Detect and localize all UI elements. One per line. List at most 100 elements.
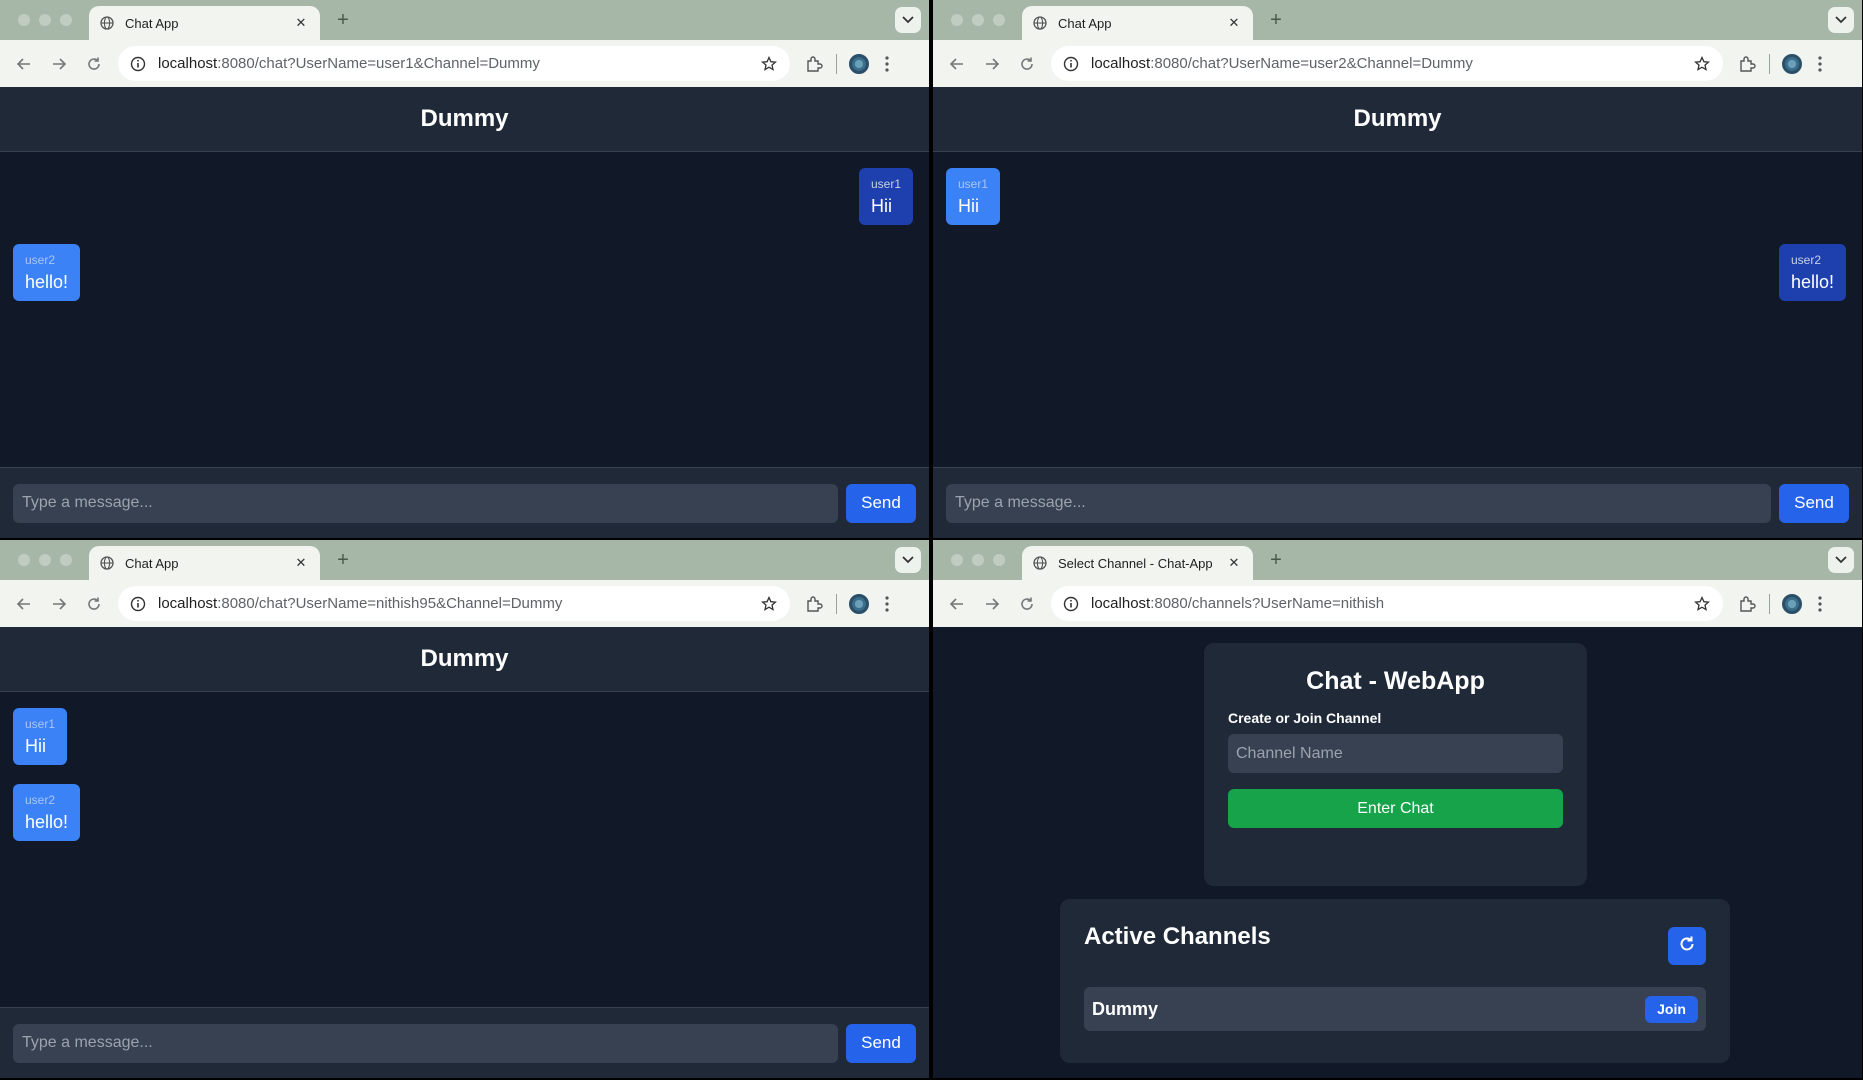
bookmark-star-icon[interactable] xyxy=(1691,53,1713,75)
join-button[interactable]: Join xyxy=(1645,995,1698,1023)
tab-search-icon[interactable] xyxy=(895,7,921,33)
kebab-menu-icon[interactable] xyxy=(1806,50,1834,78)
bookmark-star-icon[interactable] xyxy=(1691,593,1713,615)
extensions-icon[interactable] xyxy=(800,590,828,618)
window-controls[interactable] xyxy=(951,14,1005,26)
bookmark-star-icon[interactable] xyxy=(758,53,780,75)
browser-tab[interactable]: Chat App ✕ xyxy=(89,6,320,40)
toolbar-divider xyxy=(1769,54,1770,74)
close-tab-icon[interactable]: ✕ xyxy=(292,14,310,32)
address-bar[interactable]: localhost:8080/chat?UserName=user2&Chann… xyxy=(1051,46,1723,81)
forward-icon[interactable] xyxy=(45,50,73,78)
message-sender: user2 xyxy=(25,793,56,807)
url-host: localhost xyxy=(158,595,218,612)
send-button[interactable]: Send xyxy=(846,483,916,523)
maximize-dot[interactable] xyxy=(60,14,72,26)
browser-tab[interactable]: Chat App ✕ xyxy=(89,546,320,580)
tab-strip: Chat App ✕ + xyxy=(0,0,929,40)
channel-title: Dummy xyxy=(1353,105,1442,132)
channel-row: Dummy Join xyxy=(1084,987,1706,1031)
window-controls[interactable] xyxy=(18,554,72,566)
bookmark-star-icon[interactable] xyxy=(758,593,780,615)
maximize-dot[interactable] xyxy=(60,554,72,566)
close-dot[interactable] xyxy=(951,14,963,26)
extensions-icon[interactable] xyxy=(1733,590,1761,618)
close-tab-icon[interactable]: ✕ xyxy=(292,554,310,572)
window-controls[interactable] xyxy=(951,554,1005,566)
window-controls[interactable] xyxy=(18,14,72,26)
message-input[interactable] xyxy=(13,1023,838,1063)
site-info-icon[interactable] xyxy=(128,54,148,74)
tab-search-icon[interactable] xyxy=(895,547,921,573)
reload-icon[interactable] xyxy=(80,590,108,618)
kebab-menu-icon[interactable] xyxy=(873,590,901,618)
back-icon[interactable] xyxy=(943,590,971,618)
address-bar[interactable]: localhost:8080/channels?UserName=nithish xyxy=(1051,586,1723,621)
browser-tab[interactable]: Chat App ✕ xyxy=(1022,6,1253,40)
message-text: hello! xyxy=(25,812,69,832)
minimize-dot[interactable] xyxy=(39,14,51,26)
active-channels-card: Active Channels Dummy Join xyxy=(1060,899,1730,1063)
channel-name-input[interactable] xyxy=(1228,734,1563,773)
browser-tab[interactable]: Select Channel - Chat-App ✕ xyxy=(1022,546,1253,580)
site-info-icon[interactable] xyxy=(1061,594,1081,614)
close-dot[interactable] xyxy=(18,554,30,566)
forward-icon[interactable] xyxy=(978,50,1006,78)
url-path: :8080/chat?UserName=user2&Channel=Dummy xyxy=(1150,55,1473,72)
site-info-icon[interactable] xyxy=(128,594,148,614)
chat-header: Dummy xyxy=(0,87,929,152)
profile-avatar-icon[interactable] xyxy=(845,50,873,78)
extensions-icon[interactable] xyxy=(800,50,828,78)
kebab-menu-icon[interactable] xyxy=(1806,590,1834,618)
tab-search-icon[interactable] xyxy=(1828,7,1854,33)
reload-icon[interactable] xyxy=(1013,590,1041,618)
maximize-dot[interactable] xyxy=(993,14,1005,26)
forward-icon[interactable] xyxy=(978,590,1006,618)
new-tab-icon[interactable]: + xyxy=(333,549,353,572)
back-icon[interactable] xyxy=(10,50,38,78)
kebab-menu-icon[interactable] xyxy=(873,50,901,78)
toolbar-right xyxy=(1733,590,1834,618)
message-input[interactable] xyxy=(946,483,1771,523)
url-text: localhost:8080/chat?UserName=nithish95&C… xyxy=(158,595,758,612)
message-input[interactable] xyxy=(13,483,838,523)
enter-chat-button[interactable]: Enter Chat xyxy=(1228,789,1563,828)
close-tab-icon[interactable]: ✕ xyxy=(1225,14,1243,32)
close-tab-icon[interactable]: ✕ xyxy=(1225,554,1243,572)
create-channel-label: Create or Join Channel xyxy=(1228,710,1382,726)
new-tab-icon[interactable]: + xyxy=(333,9,353,32)
browser-window-channels: Select Channel - Chat-App ✕ + localhost:… xyxy=(933,540,1862,1078)
url-text: localhost:8080/chat?UserName=user2&Chann… xyxy=(1091,55,1691,72)
close-dot[interactable] xyxy=(951,554,963,566)
address-bar[interactable]: localhost:8080/chat?UserName=nithish95&C… xyxy=(118,586,790,621)
reload-icon[interactable] xyxy=(1013,50,1041,78)
profile-avatar-icon[interactable] xyxy=(845,590,873,618)
back-icon[interactable] xyxy=(943,50,971,78)
toolbar-right xyxy=(800,590,901,618)
minimize-dot[interactable] xyxy=(39,554,51,566)
extensions-icon[interactable] xyxy=(1733,50,1761,78)
close-dot[interactable] xyxy=(18,14,30,26)
globe-icon xyxy=(99,15,115,31)
send-button[interactable]: Send xyxy=(1779,483,1849,523)
message-bubble: user2 hello! xyxy=(13,244,81,301)
address-bar[interactable]: localhost:8080/chat?UserName=user1&Chann… xyxy=(118,46,790,81)
refresh-button[interactable] xyxy=(1668,927,1706,965)
tab-search-icon[interactable] xyxy=(1828,547,1854,573)
message-bubble: user1 Hii xyxy=(13,708,68,765)
site-info-icon[interactable] xyxy=(1061,54,1081,74)
minimize-dot[interactable] xyxy=(972,554,984,566)
maximize-dot[interactable] xyxy=(993,554,1005,566)
new-tab-icon[interactable]: + xyxy=(1266,9,1286,32)
new-tab-icon[interactable]: + xyxy=(1266,549,1286,572)
url-host: localhost xyxy=(158,55,218,72)
send-button[interactable]: Send xyxy=(846,1023,916,1063)
chat-header: Dummy xyxy=(933,87,1862,152)
forward-icon[interactable] xyxy=(45,590,73,618)
minimize-dot[interactable] xyxy=(972,14,984,26)
profile-avatar-icon[interactable] xyxy=(1778,590,1806,618)
reload-icon[interactable] xyxy=(80,50,108,78)
back-icon[interactable] xyxy=(10,590,38,618)
globe-icon xyxy=(1032,555,1048,571)
profile-avatar-icon[interactable] xyxy=(1778,50,1806,78)
